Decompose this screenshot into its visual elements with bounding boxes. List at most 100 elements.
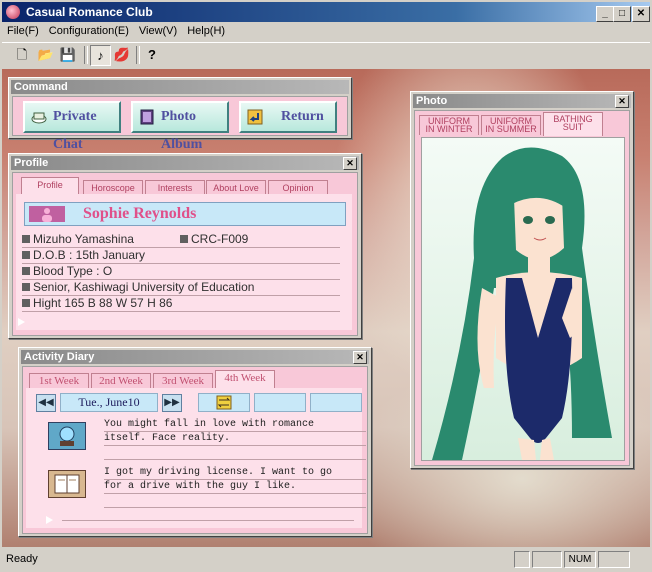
app-window: Casual Romance Club _ □ ✕ File(F) Configu…	[0, 0, 652, 572]
private-chat-label: Private Chat	[53, 109, 97, 152]
tab-uniform-winter[interactable]: UNIFORM IN WINTER	[419, 115, 479, 135]
entry-1-line-1: You might fall in love with romance	[104, 418, 366, 432]
profile-content: Profile Horoscope Interests About Love O…	[12, 172, 358, 336]
tab-opinion[interactable]: Opinion	[268, 180, 328, 195]
return-label: Return	[281, 109, 324, 124]
diary-content: 1st Week 2nd Week 3rd Week 4th Week ◀◀ T…	[22, 366, 368, 534]
tab-3rd-week[interactable]: 3rd Week	[153, 373, 213, 389]
date-field: Tue., June10	[60, 393, 158, 412]
background-scene: Command Private Chat Photo Album Return …	[2, 69, 650, 547]
school: Senior, Kashiwagi University of Educatio…	[33, 280, 255, 294]
private-chat-button[interactable]: Private Chat	[23, 101, 121, 152]
tab-bathing-suit[interactable]: BATHING SUIT	[543, 112, 603, 136]
date-of-birth: D.O.B : 15th January	[33, 248, 146, 262]
swap-arrows-icon	[216, 395, 232, 410]
entry-2-line-1: I got my driving license. I want to go	[104, 466, 366, 480]
cup-icon	[31, 108, 47, 124]
status-num: NUM	[564, 551, 596, 568]
album-icon	[139, 108, 155, 125]
photo-panel-header[interactable]: Photo ✕	[413, 94, 631, 108]
diary-field-blank-1	[254, 393, 306, 412]
character-name: Sophie Reynolds	[83, 205, 197, 222]
entry-2-line-3	[104, 494, 366, 508]
app-icon[interactable]	[6, 5, 20, 19]
tab-uniform-summer[interactable]: UNIFORM IN SUMMER	[481, 115, 541, 135]
menu-configuration[interactable]: Configuration(E)	[44, 23, 134, 39]
tab-2nd-week[interactable]: 2nd Week	[91, 373, 151, 389]
diary-close-button[interactable]: ✕	[353, 351, 367, 364]
lips-icon[interactable]: 💋	[112, 45, 132, 65]
status-text: Ready	[6, 553, 38, 565]
status-box-scroll	[598, 551, 630, 568]
toolbar: 🗋 📂 💾 ♪ 💋 ?	[2, 42, 650, 70]
crystal-ball-icon	[48, 422, 86, 450]
command-panel-header[interactable]: Command	[11, 80, 349, 94]
voice-actor: Mizuho Yamashina	[33, 232, 134, 246]
character-code: CRC-F009	[191, 232, 249, 246]
play-arrow-icon[interactable]	[46, 516, 53, 524]
tab-uniform-winter-line2: IN WINTER	[425, 124, 473, 134]
tab-bathing-suit-line2: SUIT	[562, 122, 584, 132]
profile-row-dob: D.O.B : 15th January	[22, 248, 340, 264]
command-panel: Command Private Chat Photo Album Return	[8, 77, 352, 152]
bullet-square-icon	[22, 267, 30, 275]
profile-panel: Profile ✕ Profile Horoscope Interests Ab…	[8, 153, 362, 339]
notebook-icon	[48, 470, 86, 498]
profile-panel-header[interactable]: Profile ✕	[11, 156, 359, 170]
activity-diary-panel: Activity Diary ✕ 1st Week 2nd Week 3rd W…	[18, 347, 372, 537]
profile-row-blood: Blood Type : O	[22, 264, 340, 280]
tab-interests[interactable]: Interests	[145, 180, 205, 195]
maximize-button[interactable]: □	[613, 6, 631, 22]
photo-album-label: Photo Album	[161, 109, 203, 152]
photo-album-button[interactable]: Photo Album	[131, 101, 229, 152]
minimize-button[interactable]: _	[596, 6, 614, 22]
diary-title: Activity Diary	[24, 351, 95, 363]
photo-panel: Photo ✕ UNIFORM IN WINTER UNIFORM IN SUMME…	[410, 91, 634, 469]
music-note-icon[interactable]: ♪	[90, 45, 111, 66]
menu-file[interactable]: File(F)	[2, 23, 44, 39]
save-icon[interactable]: 💾	[58, 45, 78, 65]
menu-help[interactable]: Help(H)	[182, 23, 230, 39]
bullet-square-icon	[22, 251, 30, 259]
bullet-square-icon	[22, 235, 30, 243]
photo-close-button[interactable]: ✕	[615, 95, 629, 108]
photo-content: UNIFORM IN WINTER UNIFORM IN SUMMER BATHIN…	[414, 110, 630, 466]
diary-footer-line	[62, 520, 354, 521]
tab-1st-week[interactable]: 1st Week	[29, 373, 89, 389]
profile-close-button[interactable]: ✕	[343, 157, 357, 170]
entry-2-line-2: for a drive with the guy I like.	[104, 480, 366, 494]
profile-row-voice: Mizuho Yamashina CRC-F009	[22, 232, 340, 248]
play-arrow-icon[interactable]	[18, 318, 25, 326]
tab-about-love[interactable]: About Love	[206, 180, 266, 195]
next-day-button[interactable]: ▶▶	[162, 394, 182, 412]
profile-sheet: Sophie Reynolds Mizuho Yamashina CRC-F00…	[16, 194, 352, 330]
diary-panel-header[interactable]: Activity Diary ✕	[21, 350, 369, 364]
bullet-square-icon	[180, 235, 188, 243]
weather-toggle-button[interactable]	[198, 393, 250, 412]
open-folder-icon[interactable]: 📂	[36, 45, 56, 65]
tab-4th-week[interactable]: 4th Week	[215, 370, 275, 389]
return-arrow-icon	[247, 108, 263, 125]
bullet-square-icon	[22, 299, 30, 307]
help-icon[interactable]: ?	[142, 45, 162, 65]
window-title: Casual Romance Club	[26, 5, 153, 19]
toolbar-separator	[84, 46, 88, 64]
status-box-2	[532, 551, 562, 568]
tab-profile[interactable]: Profile	[21, 177, 79, 195]
character-photo	[421, 137, 625, 461]
entry-1-line-2: itself. Face reality.	[104, 432, 366, 446]
menu-view[interactable]: View(V)	[134, 23, 182, 39]
measurements: Hight 165 B 88 W 57 H 86	[33, 296, 173, 310]
photo-title: Photo	[416, 95, 448, 107]
previous-day-button[interactable]: ◀◀	[36, 394, 56, 412]
command-title: Command	[14, 81, 68, 93]
new-file-icon[interactable]: 🗋	[12, 45, 32, 65]
toolbar-separator	[136, 46, 140, 64]
title-bar[interactable]: Casual Romance Club _ □ ✕	[2, 2, 650, 22]
tab-horoscope[interactable]: Horoscope	[83, 180, 143, 195]
close-button[interactable]: ✕	[632, 6, 650, 22]
status-box-caps	[514, 551, 530, 568]
return-button[interactable]: Return	[239, 101, 337, 133]
profile-row-measure: Hight 165 B 88 W 57 H 86	[22, 296, 340, 312]
profile-title: Profile	[14, 157, 49, 169]
